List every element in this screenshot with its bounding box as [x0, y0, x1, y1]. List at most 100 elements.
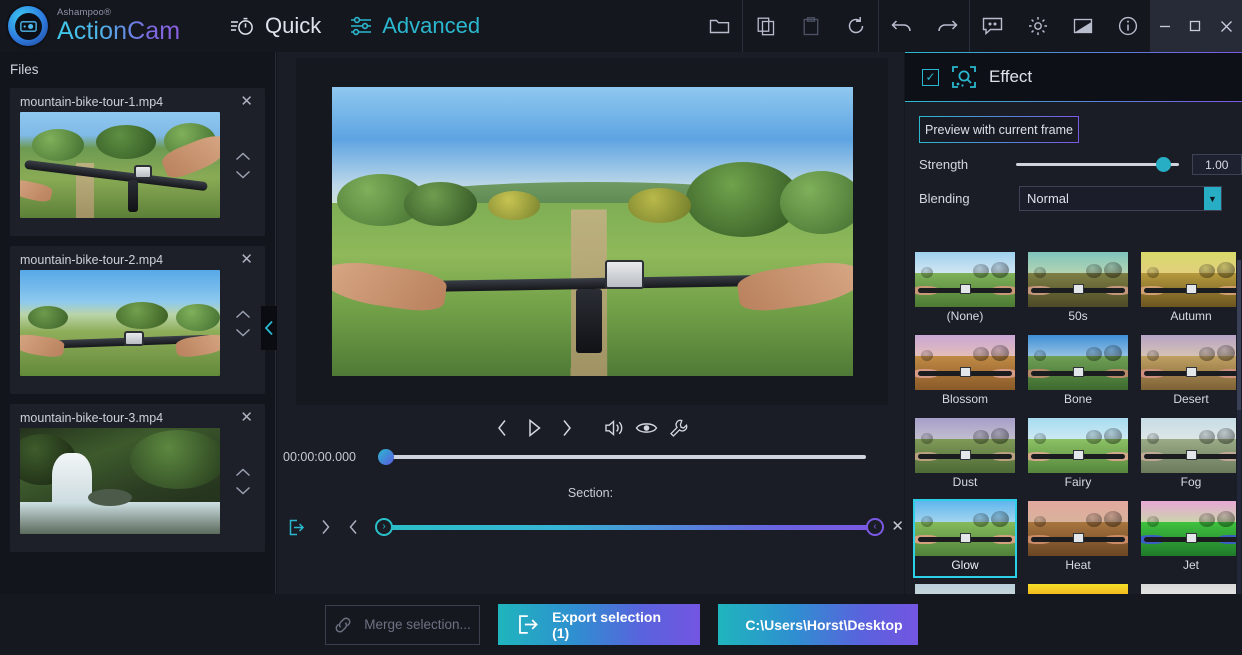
set-section-button[interactable]: [283, 513, 311, 541]
scrub-thumb[interactable]: [378, 449, 394, 465]
blending-select[interactable]: Normal ▼: [1019, 186, 1222, 211]
files-sidebar: Files mountain-bike-tour-1.mp4 ✕: [0, 52, 276, 594]
preview-with-current-frame-button[interactable]: Preview with current frame: [919, 116, 1079, 143]
effect-preset-grid: (None)50sAutumn Blossom BoneDesert Dust Fair…: [905, 250, 1236, 594]
previous-frame-button[interactable]: [487, 412, 519, 444]
copy-button[interactable]: [743, 0, 788, 52]
section-end-handle[interactable]: ‹: [866, 518, 884, 536]
preview-eye-button[interactable]: [631, 412, 663, 444]
next-frame-button[interactable]: [551, 412, 583, 444]
move-up-button[interactable]: [235, 468, 251, 477]
info-icon: [1118, 16, 1138, 36]
section-start-handle[interactable]: ›: [375, 518, 393, 536]
effect-preset-none[interactable]: (None): [913, 250, 1017, 329]
effect-preset-fog[interactable]: Fog: [1139, 416, 1236, 495]
feedback-button[interactable]: [970, 0, 1015, 52]
destination-label: C:\Users\Horst\Desktop: [745, 617, 902, 633]
minimize-button[interactable]: [1150, 0, 1180, 52]
effect-preset-label: Glow: [951, 556, 978, 576]
destination-button[interactable]: C:\Users\Horst\Desktop: [718, 604, 918, 645]
merge-selection-label: Merge selection...: [364, 617, 471, 632]
section-next-button[interactable]: [311, 513, 339, 541]
effect-preset-heat[interactable]: Heat: [1026, 499, 1130, 578]
file-name: mountain-bike-tour-2.mp4: [20, 253, 236, 267]
strength-slider[interactable]: [1016, 163, 1179, 166]
effect-scrollbar[interactable]: [1237, 260, 1241, 594]
effect-preset-fairy[interactable]: Fairy: [1026, 416, 1130, 495]
settings-button[interactable]: [1015, 0, 1060, 52]
volume-button[interactable]: [599, 412, 631, 444]
move-up-button[interactable]: [235, 310, 251, 319]
file-reorder-arrows: [220, 310, 265, 337]
strength-label: Strength: [919, 157, 1016, 172]
remove-file-button[interactable]: ✕: [236, 410, 257, 425]
redo-button[interactable]: [924, 0, 969, 52]
effect-preset-thumbnail: [1028, 418, 1128, 473]
section-prev-button[interactable]: [339, 513, 367, 541]
section-range-slider[interactable]: › ‹: [381, 525, 878, 530]
section-title: Section:: [277, 486, 904, 500]
move-down-button[interactable]: [235, 170, 251, 179]
theme-button[interactable]: [1060, 0, 1105, 52]
merge-selection-button[interactable]: Merge selection...: [325, 605, 480, 645]
maximize-button[interactable]: [1180, 0, 1210, 52]
reset-icon: [846, 16, 866, 36]
move-down-button[interactable]: [235, 328, 251, 337]
paste-button[interactable]: [788, 0, 833, 52]
effect-preset-50s[interactable]: 50s: [1026, 250, 1130, 329]
effect-preset-bone[interactable]: Bone: [1026, 333, 1130, 412]
sliders-icon: [349, 16, 373, 36]
effect-enable-checkbox[interactable]: ✓: [922, 69, 939, 86]
effect-preset-label: Blossom: [942, 390, 988, 410]
list-item[interactable]: mountain-bike-tour-2.mp4 ✕: [10, 246, 265, 394]
scrub-slider[interactable]: [385, 455, 866, 459]
remove-file-button[interactable]: ✕: [236, 94, 257, 109]
file-thumbnail: [20, 112, 220, 218]
effect-preset-thumbnail: [915, 335, 1015, 390]
effect-preset-thumbnail: [1141, 501, 1236, 556]
export-icon: [518, 614, 540, 635]
remove-file-button[interactable]: ✕: [236, 252, 257, 267]
sidebar-collapse-button[interactable]: [261, 306, 277, 350]
strength-thumb[interactable]: [1156, 157, 1171, 172]
effect-preset-thumbnail: [1141, 252, 1236, 307]
actioncam-logo-icon: [8, 6, 48, 46]
effect-preset-label: Fairy: [1065, 473, 1092, 493]
list-item[interactable]: mountain-bike-tour-1.mp4 ✕: [10, 88, 265, 236]
play-button[interactable]: [519, 412, 551, 444]
effect-preset-item-13[interactable]: [1026, 582, 1130, 594]
effect-preset-autumn[interactable]: Autumn: [1139, 250, 1236, 329]
effect-preset-thumbnail: [1141, 418, 1236, 473]
effect-preset-desert[interactable]: Desert: [1139, 333, 1236, 412]
chevron-left-icon: [264, 320, 275, 336]
chat-icon: [982, 17, 1003, 35]
export-selection-button[interactable]: Export selection (1): [498, 604, 700, 645]
open-folder-button[interactable]: [697, 0, 742, 52]
tab-quick[interactable]: Quick: [230, 13, 321, 39]
reset-button[interactable]: [833, 0, 878, 52]
undo-button[interactable]: [879, 0, 924, 52]
video-preview[interactable]: [296, 58, 888, 405]
info-button[interactable]: [1105, 0, 1150, 52]
effect-preset-jet[interactable]: Jet: [1139, 499, 1236, 578]
effect-preset-glow[interactable]: Glow: [913, 499, 1017, 578]
tab-advanced[interactable]: Advanced: [349, 13, 480, 39]
effect-preset-item-14[interactable]: [1139, 582, 1236, 594]
effect-preset-dust[interactable]: Dust: [913, 416, 1017, 495]
section-row: › ‹ ✕: [277, 512, 904, 542]
effect-preset-label: Heat: [1065, 556, 1090, 576]
effect-preset-thumbnail: [1141, 335, 1236, 390]
video-bike-computer: [605, 260, 644, 289]
list-item[interactable]: mountain-bike-tour-3.mp4 ✕: [10, 404, 265, 552]
close-button[interactable]: [1210, 0, 1242, 52]
tools-button[interactable]: [663, 412, 695, 444]
move-down-button[interactable]: [235, 486, 251, 495]
blending-row: Blending Normal ▼: [919, 186, 1242, 211]
effect-preset-item-12[interactable]: [913, 582, 1017, 594]
effect-preset-blossom[interactable]: Blossom: [913, 333, 1017, 412]
strength-value-field[interactable]: 1.00: [1192, 154, 1242, 175]
effect-scrollbar-thumb[interactable]: [1237, 260, 1241, 410]
move-up-button[interactable]: [235, 152, 251, 161]
chevron-down-icon[interactable]: ▼: [1204, 187, 1221, 210]
remove-section-button[interactable]: ✕: [891, 517, 904, 535]
